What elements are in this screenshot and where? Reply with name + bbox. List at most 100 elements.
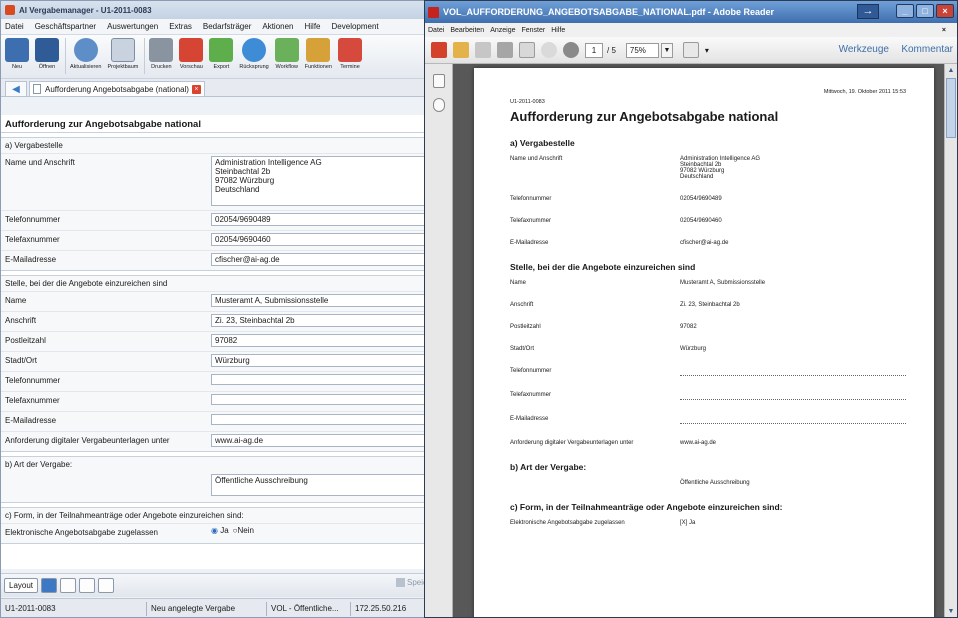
address-field[interactable]: Zi. 23, Steinbachtal 2b [211, 314, 427, 327]
field-row: Telefonnummer [1, 371, 429, 391]
close-tab-icon[interactable]: × [191, 84, 201, 94]
export-button[interactable]: Export [209, 38, 234, 70]
email-field[interactable]: cfischer@ai-ag.de [211, 253, 427, 266]
maximize-icon[interactable]: □ [916, 4, 934, 18]
attachments-icon[interactable] [432, 98, 445, 112]
page-up-icon[interactable] [541, 42, 557, 58]
save-icon[interactable] [475, 42, 491, 58]
menu-auswertungen[interactable]: Auswertungen [107, 22, 158, 31]
scroll-up-icon[interactable]: ▲ [945, 65, 957, 77]
menu-aktionen[interactable]: Aktionen [262, 22, 293, 31]
left-toolbar: Neu Öffnen Aktualisieren Projektbaum Dru… [1, 35, 429, 79]
zoom-input[interactable]: 75% [625, 42, 659, 58]
menu-extras[interactable]: Extras [169, 22, 192, 31]
fit-page-icon[interactable] [682, 42, 699, 58]
pdf-icon [428, 6, 439, 18]
werkzeuge-link[interactable]: Werkzeuge [839, 44, 889, 55]
new-button[interactable]: Neu [5, 38, 29, 70]
submission-fax-field[interactable] [211, 394, 427, 405]
help-icon[interactable] [41, 578, 58, 593]
preview-button[interactable]: Vorschau [179, 38, 204, 70]
settings-small-icon[interactable] [98, 578, 115, 593]
phone-field[interactable]: 02054/9690489 [211, 213, 427, 226]
scroll-down-icon[interactable]: ▼ [945, 606, 957, 617]
preview-small-icon[interactable] [79, 578, 96, 593]
pdf-row: Postleitzahl 97082 [510, 324, 906, 330]
status-ip: 172.25.50.216 [355, 604, 407, 613]
submission-phone-field[interactable] [211, 374, 427, 385]
tab-home[interactable]: ◀ [5, 81, 27, 96]
page-down-icon[interactable] [563, 42, 579, 58]
back-button[interactable]: Rücksprung [239, 38, 269, 70]
field-label: Telefaxnummer [5, 235, 60, 244]
page-number-input[interactable]: 1 [585, 42, 603, 58]
page-thumbnails-icon[interactable] [432, 74, 445, 88]
toolbar-more-icon[interactable]: ▾ [705, 46, 709, 55]
menu-hilfe[interactable]: Hilfe [551, 27, 565, 34]
section-art-der-vergabe: b) Art der Vergabe: Öffentliche Ausschre… [1, 456, 429, 503]
save-button[interactable]: Speic [395, 578, 427, 588]
digital-documents-url-field[interactable]: www.ai-ag.de [211, 434, 427, 447]
radio-selected-icon: ◉ [211, 526, 218, 535]
postal-code-field[interactable]: 97082 [211, 334, 427, 347]
pdf-row-value: Öffentliche Ausschreibung [680, 480, 750, 486]
refresh-button[interactable]: Aktualisieren [70, 38, 102, 70]
kommentar-link[interactable]: Kommentar [901, 44, 953, 55]
print-button[interactable]: Drucken [149, 38, 174, 70]
pdf-row: Name und Anschrift Administration Intelli… [510, 156, 906, 180]
pdf-row-label: Telefaxnummer [510, 392, 552, 398]
menu-datei[interactable]: Datei [5, 22, 24, 31]
menu-hilfe[interactable]: Hilfe [305, 22, 321, 31]
menu-bedarfstraeger[interactable]: Bedarfsträger [203, 22, 251, 31]
field-row: Anschrift Zi. 23, Steinbachtal 2b [1, 311, 429, 331]
status-id: U1-2011-0083 [1, 602, 147, 616]
email-icon[interactable] [519, 42, 535, 58]
print-small-icon[interactable] [60, 578, 77, 593]
layout-button[interactable]: Layout [4, 578, 39, 593]
pdf-row-value: Musteramt A, Submissionsstelle [680, 280, 766, 286]
pdf-doc-id: U1-2011-0083 [510, 99, 545, 105]
create-pdf-icon[interactable] [431, 42, 447, 58]
vertical-scrollbar[interactable]: ▲ ▼ [944, 64, 957, 617]
close-window-icon[interactable]: × [936, 4, 954, 18]
vergabe-type-field[interactable]: Öffentliche Ausschreibung [211, 474, 427, 496]
close-document-icon[interactable]: × [942, 27, 946, 34]
minimize-icon[interactable]: _ [896, 4, 914, 18]
functions-button[interactable]: Funktionen [305, 38, 332, 70]
print-icon[interactable] [497, 42, 513, 58]
page-total: / 5 [607, 45, 616, 55]
right-menu-bar: Datei Bearbeiten Anzeige Fenster Hilfe × [425, 23, 957, 37]
open-icon [35, 38, 59, 62]
open-file-icon[interactable] [453, 42, 469, 58]
export-icon [209, 38, 234, 62]
menu-fenster[interactable]: Fenster [522, 27, 546, 34]
workflow-button[interactable]: Workflow [274, 38, 299, 70]
tab-label: Aufforderung Angebotsabgabe (national) [45, 84, 189, 94]
section-vergabestelle: a) Vergabestelle Name und Anschrift Admin… [1, 137, 429, 271]
scrollbar-thumb[interactable] [946, 78, 956, 138]
radio-nein[interactable]: ○Nein [233, 526, 254, 535]
tab-aufforderung[interactable]: Aufforderung Angebotsabgabe (national) × [29, 81, 205, 96]
radio-ja-label: Ja [220, 526, 229, 535]
menu-development[interactable]: Development [332, 22, 379, 31]
fax-field[interactable]: 02054/9690460 [211, 233, 427, 246]
radio-ja[interactable]: ◉ Ja [211, 526, 229, 535]
pdf-row: Telefonnummer [510, 368, 906, 376]
new-icon [5, 38, 29, 62]
name-field[interactable]: Musteramt A, Submissionsstelle [211, 294, 427, 307]
project-tree-button[interactable]: Projektbaum [108, 38, 138, 70]
appointments-button[interactable]: Termine [337, 38, 362, 70]
open-button[interactable]: Öffnen [35, 38, 59, 70]
window-controls: _ □ × [894, 4, 954, 18]
name-address-field[interactable]: Administration Intelligence AG Steinbach… [211, 156, 427, 206]
zoom-dropdown-icon[interactable]: ▼ [660, 42, 673, 58]
menu-datei[interactable]: Datei [428, 27, 444, 34]
city-field[interactable]: Würzburg [211, 354, 427, 367]
field-label: Postleitzahl [5, 336, 46, 345]
menu-anzeige[interactable]: Anzeige [490, 27, 515, 34]
menu-geschaeftspartner[interactable]: Geschäftspartner [35, 22, 96, 31]
submission-email-field[interactable] [211, 414, 427, 425]
arrow-right-icon[interactable]: → [857, 4, 879, 19]
field-spacer [5, 474, 211, 476]
menu-bearbeiten[interactable]: Bearbeiten [450, 27, 484, 34]
